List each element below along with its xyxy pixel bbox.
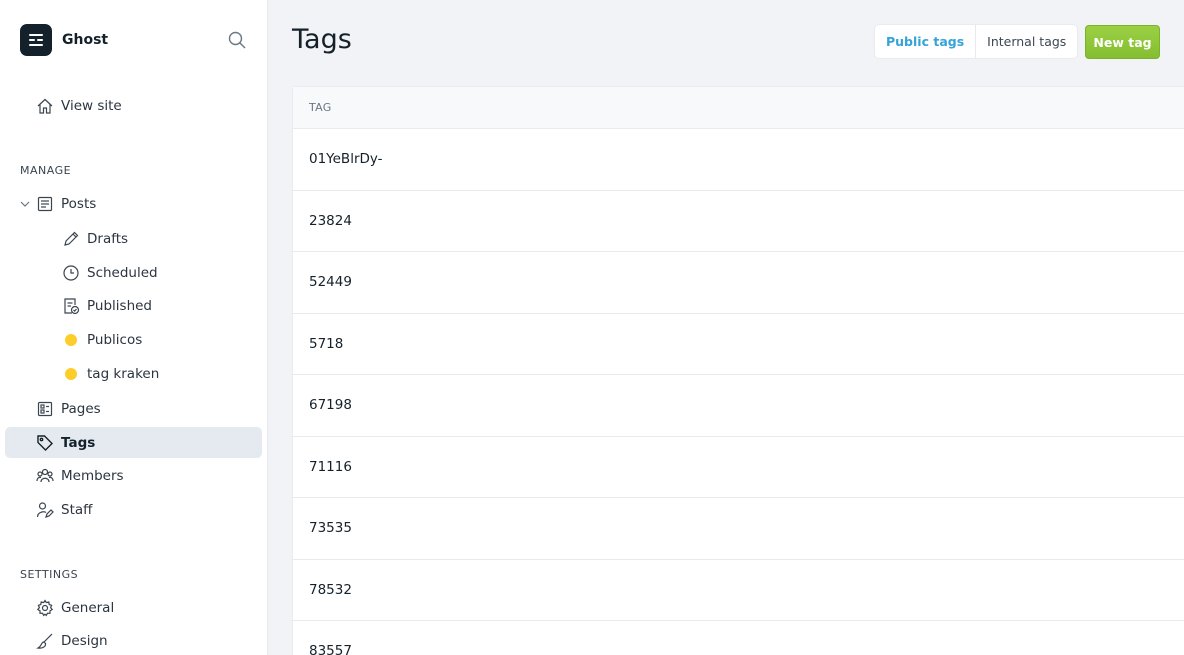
sidebar-item-label: Pages — [61, 400, 101, 417]
sidebar-item-label: Drafts — [87, 230, 129, 247]
sidebar-item-view-site[interactable]: View site — [5, 90, 262, 121]
sidebar: Ghost View site MANAGE Posts Drafts Sche… — [0, 0, 268, 655]
sidebar-item-label: Posts — [61, 195, 97, 212]
pencil-icon — [64, 231, 79, 246]
sidebar-item-tags[interactable]: Tags — [5, 427, 262, 458]
sidebar-item-drafts[interactable]: Drafts — [5, 223, 262, 254]
main-content: Tags Public tags Internal tags New tag T… — [268, 0, 1184, 655]
tag-type-filter: Public tags Internal tags — [875, 25, 1078, 58]
public-tags-tab[interactable]: Public tags — [875, 25, 977, 58]
clock-icon — [63, 265, 79, 281]
settings-heading: SETTINGS — [20, 568, 79, 581]
sidebar-item-published[interactable]: Published — [5, 290, 262, 321]
column-header-tag: TAG — [293, 87, 1184, 129]
staff-icon — [36, 502, 54, 518]
tags-table: TAG 01YeBlrDy- 23824 52449 5718 67198 71… — [292, 86, 1184, 655]
tag-color-dot — [65, 334, 77, 346]
sidebar-item-scheduled[interactable]: Scheduled — [5, 257, 262, 288]
brand[interactable]: Ghost — [20, 24, 108, 56]
table-row[interactable]: 23824 — [293, 191, 1184, 252]
published-icon — [64, 298, 80, 315]
sidebar-item-label: View site — [61, 97, 122, 114]
pages-icon — [37, 401, 53, 417]
sidebar-item-label: Publicos — [87, 331, 143, 348]
sidebar-item-general[interactable]: General — [5, 592, 262, 623]
sidebar-item-label: Scheduled — [87, 264, 158, 281]
brush-icon — [36, 633, 53, 649]
sidebar-item-staff[interactable]: Staff — [5, 494, 262, 525]
table-row[interactable]: 83557 — [293, 621, 1184, 655]
sidebar-item-posts[interactable]: Posts — [5, 188, 262, 219]
sidebar-item-label: Staff — [61, 501, 93, 518]
sidebar-item-label: Design — [61, 632, 108, 649]
sidebar-item-label: Members — [61, 467, 124, 484]
sidebar-item-pages[interactable]: Pages — [5, 393, 262, 424]
table-row[interactable]: 52449 — [293, 252, 1184, 314]
sidebar-item-label: Tags — [61, 434, 96, 451]
internal-tags-tab[interactable]: Internal tags — [976, 25, 1077, 58]
posts-icon — [37, 196, 53, 212]
site-name: Ghost — [62, 32, 109, 48]
table-row[interactable]: 5718 — [293, 314, 1184, 375]
table-row[interactable]: 01YeBlrDy- — [293, 129, 1184, 191]
members-icon — [36, 468, 54, 483]
gear-icon — [36, 599, 54, 617]
sidebar-item-design[interactable]: Design — [5, 625, 262, 655]
table-row[interactable]: 67198 — [293, 375, 1184, 437]
sidebar-item-members[interactable]: Members — [5, 460, 262, 491]
sidebar-item-label: Published — [87, 297, 152, 314]
tag-color-dot — [65, 368, 77, 380]
home-icon — [37, 98, 53, 114]
sidebar-item-tag-kraken[interactable]: tag kraken — [5, 358, 262, 389]
table-row[interactable]: 73535 — [293, 498, 1184, 560]
table-row[interactable]: 71116 — [293, 437, 1184, 498]
sidebar-item-publicos[interactable]: Publicos — [5, 324, 262, 355]
chevron-down-icon[interactable] — [20, 199, 30, 209]
table-row[interactable]: 78532 — [293, 560, 1184, 621]
new-tag-button[interactable]: New tag — [1085, 25, 1160, 59]
ghost-logo-icon — [20, 24, 52, 56]
sidebar-item-label: tag kraken — [87, 365, 160, 382]
sidebar-item-label: General — [61, 599, 115, 616]
tag-icon — [37, 435, 53, 451]
search-icon[interactable] — [228, 31, 246, 49]
page-title: Tags — [292, 24, 352, 55]
manage-heading: MANAGE — [20, 164, 72, 177]
